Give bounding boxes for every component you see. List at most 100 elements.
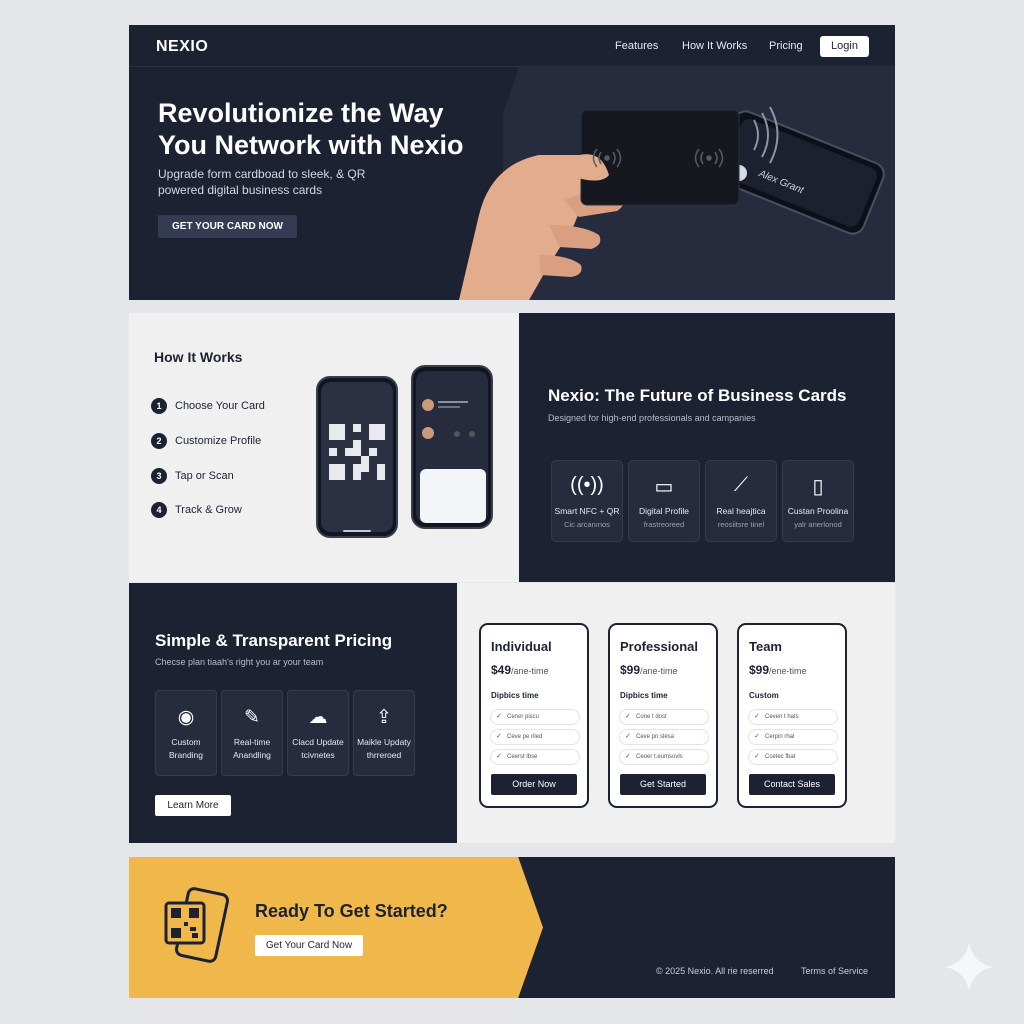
hero-section: Alex Grant NEXIO Features How It Works P… — [129, 25, 895, 300]
feature-label: Digital Profile — [638, 506, 690, 516]
cloud-update-icon: ☁ — [308, 707, 328, 728]
qr-phone-mockup — [316, 376, 398, 538]
get-your-card-button[interactable]: Get Your Card Now — [255, 935, 363, 956]
plan-feature-row: Ceve pn slesa — [619, 729, 709, 745]
feature-label: Real heajtica — [716, 506, 766, 516]
plan-price: $99/ane-time — [620, 663, 678, 677]
pricing-panel: Simple & Transparent Pricing Checse plan… — [129, 583, 457, 843]
plan-name: Individual — [491, 639, 552, 654]
step-item: 3 Tap or Scan — [151, 467, 234, 485]
future-subtitle: Designed for high-end professionals and … — [548, 413, 756, 423]
profile-phone-mockup — [411, 365, 493, 529]
feature-label: Maikle Updaty — [357, 737, 411, 747]
feature-label-line2: thrreroed — [366, 750, 402, 760]
terms-of-service-link[interactable]: Terms of Service — [801, 966, 868, 976]
plan-name: Professional — [620, 639, 699, 654]
learn-more-button[interactable]: Learn More — [155, 795, 231, 816]
step-item: 1 Choose Your Card — [151, 397, 265, 415]
pricing-feature-card: ✎ Real-time Anandling — [221, 690, 283, 776]
pricing-feature-card: ☁ Clacd Update tcivnetes — [287, 690, 349, 776]
cta-section: Ready To Get Started? Get Your Card Now … — [129, 857, 895, 998]
step-number: 4 — [151, 502, 167, 518]
plan-price-period: /ene-time — [769, 666, 807, 676]
pricing-title: Simple & Transparent Pricing — [155, 631, 393, 650]
pricing-feature-card: ◉ Custom Branding — [155, 690, 217, 776]
pricing-feature-card: ⇪ Maikle Updaty thrreroed — [353, 690, 415, 776]
sparkle-icon — [945, 943, 993, 991]
pricing-subtitle: Checse plan tiaah's right you ar your te… — [155, 657, 324, 667]
step-label: Tap or Scan — [175, 470, 234, 482]
plan-group-label: Custom — [749, 691, 779, 700]
feature-sublabel: yalr anerlonod — [794, 520, 842, 529]
cta-title: Ready To Get Started? — [255, 901, 448, 921]
plan-feature-row: Cone t dost — [619, 709, 709, 725]
plan-group-label: Dipbics time — [491, 691, 539, 700]
how-it-works-section: How It Works 1 Choose Your Card 2 Custom… — [129, 313, 895, 582]
order-now-button[interactable]: Order Now — [491, 774, 577, 795]
qr-code-icon — [329, 424, 385, 480]
feature-card-analytics: ⟋ Real heajtica reosiitsre tinel — [705, 460, 777, 542]
step-number: 1 — [151, 398, 167, 414]
plan-feature-row: Ceerst lbse — [490, 749, 580, 765]
step-item: 2 Customize Profile — [151, 432, 261, 450]
plan-price-amount: $99 — [749, 663, 770, 677]
branding-icon: ◉ — [177, 707, 195, 728]
feature-card-custom: ▯ Custan Proolina yalr anerlonod — [782, 460, 854, 542]
nav-link-pricing[interactable]: Pricing — [769, 40, 803, 52]
plan-price-amount: $99 — [620, 663, 641, 677]
feature-sublabel: reosiitsre tinel — [717, 520, 765, 529]
feature-card-profile: ▭ Digital Profile frastreoreed — [628, 460, 700, 542]
feature-card-nfc: ((•)) Smart NFC + QR Cic arcanınos — [551, 460, 623, 542]
cloud-upload-icon: ⇪ — [376, 707, 392, 728]
contact-sales-button[interactable]: Contact Sales — [749, 774, 835, 795]
plan-price-period: /ane-time — [511, 666, 549, 676]
nav-link-how-it-works[interactable]: How It Works — [682, 40, 747, 52]
avatar — [422, 399, 434, 411]
feature-label: Clacd Update — [292, 737, 344, 747]
plan-price: $49/ane-time — [491, 663, 549, 677]
how-it-works-title: How It Works — [154, 349, 243, 365]
pricing-section: Simple & Transparent Pricing Checse plan… — [129, 583, 895, 843]
feature-label-line2: Branding — [168, 750, 204, 760]
plan-feature-row: Cerpin rhal — [748, 729, 838, 745]
plan-price-period: /ane-time — [640, 666, 678, 676]
plan-feature-row: Ccetec fbat — [748, 749, 838, 765]
top-nav: NEXIO Features How It Works Pricing Logi… — [129, 25, 895, 67]
login-button[interactable]: Login — [820, 36, 869, 57]
plan-card-individual: Individual $49/ane-time Dipbics time Cen… — [479, 623, 589, 808]
plan-feature-row: Ceve pe riled — [490, 729, 580, 745]
get-started-button[interactable]: Get Started — [620, 774, 706, 795]
step-number: 2 — [151, 433, 167, 449]
chart-icon: ⟋ — [734, 474, 748, 496]
get-card-button[interactable]: GET YOUR CARD NOW — [158, 215, 297, 238]
nfc-icon: ((•)) — [570, 474, 604, 496]
hero-subtitle: Upgrade form cardboad to sleek, & QR pow… — [158, 167, 366, 197]
plan-card-professional: Professional $99/ane-time Dipbics time C… — [608, 623, 718, 808]
plan-feature-row: Cener piscu — [490, 709, 580, 725]
brand-logo[interactable]: NEXIO — [156, 38, 208, 56]
plan-feature-row: Ceoer t.eumsovls — [619, 749, 709, 765]
nav-link-features[interactable]: Features — [615, 40, 658, 52]
feature-label-line2: tcivnetes — [301, 750, 335, 760]
hero-title: Revolutionize the Way You Network with N… — [158, 98, 464, 160]
phone-qr-icon — [164, 887, 230, 963]
step-label: Track & Grow — [175, 504, 242, 516]
step-number: 3 — [151, 468, 167, 484]
phone-icon: ▯ — [812, 476, 824, 498]
plan-price-amount: $49 — [491, 663, 512, 677]
step-label: Choose Your Card — [175, 400, 265, 412]
step-label: Customize Profile — [175, 435, 262, 447]
feature-label: Real-time — [233, 737, 271, 747]
feature-label: Smart NFC + QR — [554, 506, 620, 516]
plan-name: Team — [749, 639, 782, 654]
feature-sublabel: frastreoreed — [643, 520, 685, 529]
avatar — [422, 427, 434, 439]
briefcase-icon: ▭ — [654, 476, 674, 498]
feature-sublabel: Cic arcanınos — [564, 520, 610, 529]
plan-card-team: Team $99/ene-time Custom Ceven t hats Ce… — [737, 623, 847, 808]
copyright-text: © 2025 Nexio. All rie reserred — [656, 966, 774, 976]
future-panel: Nexio: The Future of Business Cards Desi… — [519, 313, 895, 582]
edit-icon: ✎ — [244, 707, 260, 728]
feature-label: Custom — [171, 737, 201, 747]
plan-group-label: Dipbics time — [620, 691, 668, 700]
